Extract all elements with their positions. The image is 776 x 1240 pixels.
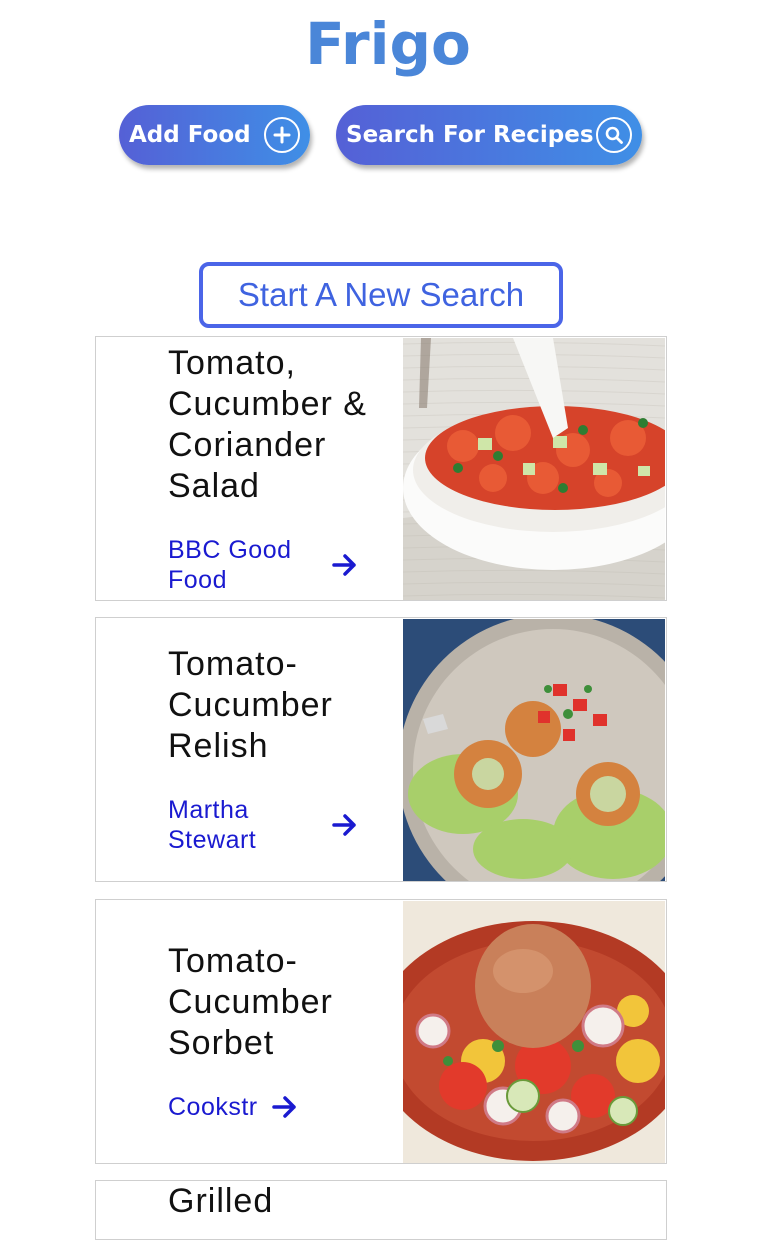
recipe-image[interactable] (403, 619, 665, 881)
add-food-label: Add Food (129, 122, 251, 148)
start-new-search-button[interactable]: Start A New Search (199, 262, 563, 328)
search-recipes-label: Search For Recipes (346, 122, 594, 148)
recipe-source-link[interactable]: Cookstr (168, 1092, 388, 1122)
app-title: Frigo (305, 10, 471, 78)
search-icon (596, 117, 632, 153)
arrow-right-icon (271, 1095, 298, 1119)
recipe-title: Tomato, Cucumber & Coriander Salad (168, 343, 367, 505)
recipe-image[interactable] (403, 338, 665, 600)
recipe-source: Martha Stewart (168, 796, 257, 854)
plus-circle-icon (264, 117, 300, 153)
recipe-card[interactable]: Tomato, Cucumber & Coriander Salad BBC G… (95, 336, 667, 601)
recipe-card[interactable]: Grilled (95, 1180, 667, 1240)
recipe-source: BBC Good Food (168, 535, 292, 594)
recipe-source: Cookstr (168, 1093, 258, 1121)
recipe-title: Tomato-Cucumber Relish (168, 645, 333, 765)
recipe-image[interactable] (403, 901, 665, 1163)
arrow-right-icon (332, 813, 358, 837)
recipe-title: Grilled (168, 1182, 274, 1220)
recipe-source-link[interactable]: BBC Good Food (168, 535, 388, 595)
recipe-title: Tomato-Cucumber Sorbet (168, 942, 333, 1062)
arrow-right-icon (332, 553, 358, 577)
search-recipes-button[interactable]: Search For Recipes (336, 105, 642, 165)
recipe-card[interactable]: Tomato-Cucumber Relish Martha Stewart (95, 617, 667, 882)
recipe-card[interactable]: Tomato-Cucumber Sorbet Cookstr (95, 899, 667, 1164)
recipe-source-link[interactable]: Martha Stewart (168, 795, 388, 855)
add-food-button[interactable]: Add Food (119, 105, 310, 165)
